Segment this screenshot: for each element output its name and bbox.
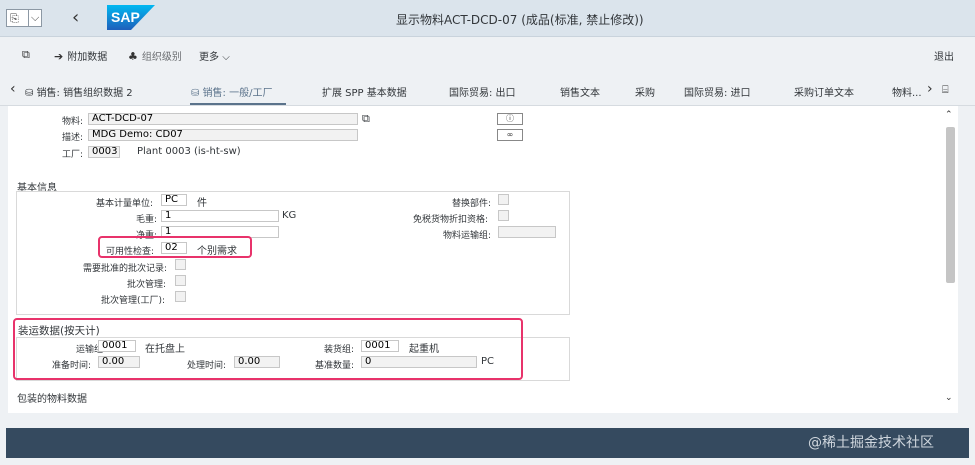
- batch-record-label: 需要批准的批次记录:: [83, 264, 168, 274]
- other-view-button[interactable]: ⧉: [22, 48, 34, 62]
- glasses-button[interactable]: ∞: [497, 129, 523, 141]
- highlight-availability: [98, 236, 252, 258]
- replacement-part-checkbox[interactable]: [498, 194, 509, 205]
- base-uom-field[interactable]: PC: [161, 194, 187, 206]
- replacement-part-label: 替换部件:: [452, 199, 492, 209]
- chevron-right-icon[interactable]: ›: [927, 81, 933, 97]
- batch-mgmt-checkbox[interactable]: [175, 275, 186, 286]
- scrollbar-thumb[interactable]: [946, 127, 955, 283]
- freight-group-field[interactable]: [498, 226, 556, 238]
- tab-sales-text[interactable]: 销售文本: [560, 84, 600, 99]
- gross-weight-unit: KG: [282, 210, 297, 221]
- packaging-title: 包装的物料数据: [17, 394, 87, 405]
- info-icon: ⓘ: [506, 114, 514, 123]
- tab-sales-org-2[interactable]: ⛁ 销售: 销售组织数据 2: [25, 84, 133, 99]
- toolbar: ⧉ ➔ 附加数据 ♣ 组织级别 更多 ⌵ 退出: [0, 37, 975, 75]
- arrow-right-icon: ➔: [54, 50, 64, 63]
- tax-discount-checkbox[interactable]: [498, 210, 509, 221]
- org-levels-button[interactable]: ♣ 组织级别: [128, 48, 182, 63]
- tab-foreign-trade-import[interactable]: 国际贸易: 进口: [684, 84, 751, 99]
- tab-list-icon[interactable]: ⌸: [942, 83, 949, 97]
- org-levels-icon: ♣: [128, 50, 138, 63]
- chevron-down-icon[interactable]: ⌵: [31, 11, 39, 25]
- svg-text:SAP: SAP: [111, 9, 140, 25]
- freight-group-label: 物料运输组:: [443, 231, 492, 241]
- plant-text: Plant 0003 (is-ht-sw): [137, 146, 241, 157]
- tab-po-text[interactable]: 采购订单文本: [794, 84, 854, 99]
- tab-icon: ⛁: [25, 88, 37, 99]
- additional-data-button[interactable]: ➔ 附加数据: [54, 48, 107, 63]
- more-menu[interactable]: 更多 ⌵: [199, 48, 230, 63]
- tab-sales-general-plant[interactable]: ⛁ 销售: 一般/工厂: [191, 84, 272, 99]
- plant-label: 工厂:: [62, 150, 84, 160]
- chevron-down-icon: ⌵: [222, 52, 230, 63]
- other-view-icon: ⧉: [22, 48, 30, 61]
- material-field[interactable]: ACT-DCD-07: [88, 113, 358, 125]
- tab-more[interactable]: 物料...: [892, 84, 922, 99]
- highlight-shipping: [13, 318, 523, 380]
- scroll-down-icon[interactable]: ⌄: [945, 393, 953, 403]
- gross-weight-label: 毛重:: [136, 215, 158, 225]
- batch-mgmt-plant-checkbox[interactable]: [175, 291, 186, 302]
- back-icon[interactable]: ‹: [72, 7, 79, 28]
- active-tab-indicator: [190, 103, 286, 105]
- tab-spp-basic[interactable]: 扩展 SPP 基本数据: [322, 84, 407, 99]
- title-bar: ⎘ ⌵ ‹ SAP 显示物料ACT-DCD-07 (成品(标准, 禁止修改)): [0, 0, 975, 37]
- command-field-icon: ⎘: [10, 12, 19, 25]
- plant-field[interactable]: 0003: [88, 146, 120, 158]
- material-label: 物料:: [62, 117, 84, 127]
- scroll-up-icon[interactable]: ⌃: [945, 110, 953, 120]
- command-field-button[interactable]: ⎘ ⌵: [6, 9, 42, 27]
- gross-weight-field[interactable]: 1: [161, 210, 279, 222]
- description-field[interactable]: MDG Demo: CD07: [88, 129, 358, 141]
- batch-record-checkbox[interactable]: [175, 259, 186, 270]
- tax-discount-label: 免税货物折扣资格:: [413, 215, 489, 225]
- glasses-icon: ∞: [506, 130, 514, 139]
- watermark: @稀土掘金技术社区: [808, 435, 934, 451]
- exit-button[interactable]: 退出: [934, 48, 954, 63]
- chevron-left-icon[interactable]: ‹: [10, 81, 16, 97]
- tab-icon: ⛁: [191, 88, 203, 99]
- base-uom-text: 件: [197, 198, 207, 209]
- page-title: 显示物料ACT-DCD-07 (成品(标准, 禁止修改)): [396, 13, 644, 27]
- batch-mgmt-label: 批次管理:: [127, 280, 167, 290]
- tab-foreign-trade-export[interactable]: 国际贸易: 出口: [449, 84, 516, 99]
- description-label: 描述:: [62, 133, 84, 143]
- batch-mgmt-plant-label: 批次管理(工厂):: [101, 296, 166, 306]
- sap-logo: SAP: [107, 5, 155, 30]
- copy-icon[interactable]: ⧉: [362, 112, 370, 126]
- base-uom-label: 基本计量单位:: [96, 199, 154, 209]
- tab-purchasing[interactable]: 采购: [635, 84, 655, 99]
- tab-strip: ‹ ⛁ 销售: 销售组织数据 2 ⛁ 销售: 一般/工厂 扩展 SPP 基本数据…: [0, 75, 975, 106]
- info-button[interactable]: ⓘ: [497, 113, 523, 125]
